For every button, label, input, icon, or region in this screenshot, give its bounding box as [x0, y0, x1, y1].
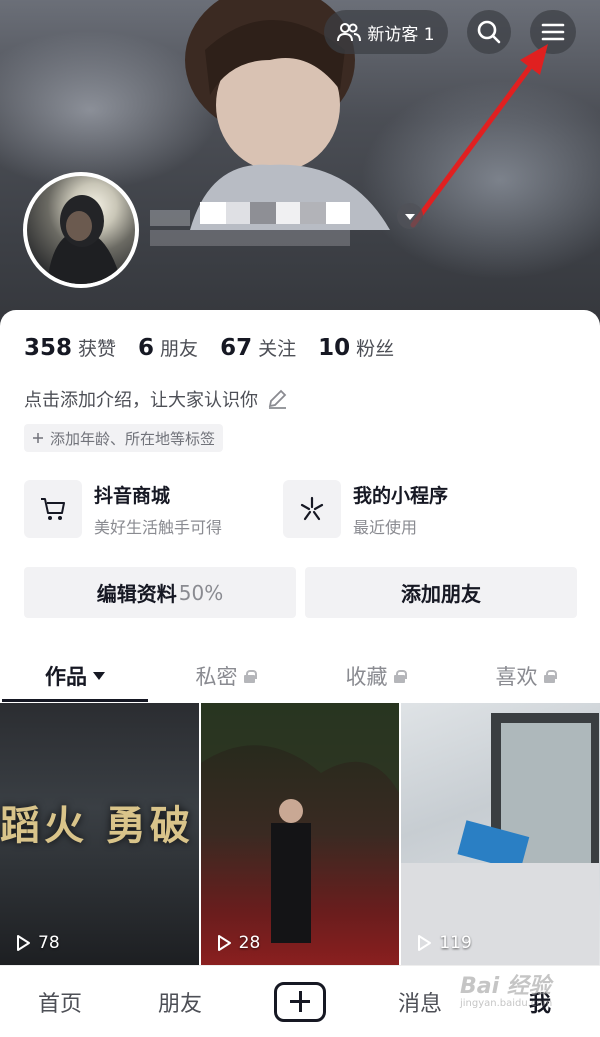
- video-thumbnail[interactable]: 28: [200, 703, 400, 965]
- nav-create[interactable]: [240, 981, 360, 1022]
- add-tags-chip[interactable]: 添加年龄、所在地等标签: [24, 424, 224, 452]
- tab-label: 私密: [195, 665, 238, 689]
- lock-icon: [543, 669, 557, 683]
- edit-profile-label: 编辑资料: [96, 582, 177, 606]
- edit-profile-button[interactable]: 编辑资料 50%: [24, 567, 296, 618]
- cart-icon: [24, 480, 82, 538]
- stat-label: 粉丝: [356, 338, 395, 360]
- video-grid: 蹈火 勇破 78 28 119: [0, 703, 600, 965]
- nav-friends[interactable]: 朋友: [120, 986, 240, 1018]
- watermark-main: Bai 经验: [460, 974, 551, 999]
- play-count-value: 28: [238, 933, 261, 953]
- play-icon: [17, 935, 30, 951]
- username-redacted: [150, 196, 370, 250]
- video-scene: [401, 713, 600, 965]
- stat-label: 获赞: [78, 338, 117, 360]
- video-thumbnail[interactable]: 蹈火 勇破 78: [0, 703, 199, 965]
- play-count-value: 78: [38, 933, 60, 953]
- plus-icon: [274, 981, 326, 1022]
- video-thumbnail[interactable]: 119: [401, 703, 600, 965]
- chevron-down-icon: [405, 214, 415, 220]
- avatar-photo: [47, 195, 122, 284]
- lock-icon: [243, 669, 257, 683]
- avatar[interactable]: [23, 172, 139, 288]
- video-scene: [200, 703, 399, 943]
- stat-following[interactable]: 67 关注: [220, 334, 296, 361]
- douyin-mall-entry[interactable]: 抖音商城 美好生活触手可得: [24, 480, 222, 538]
- account-switch-chevron-icon[interactable]: [397, 203, 423, 229]
- stat-friends[interactable]: 6 朋友: [138, 334, 198, 361]
- play-count: 78: [14, 933, 60, 953]
- stat-followers[interactable]: 10 粉丝: [318, 334, 394, 361]
- play-count-value: 119: [439, 933, 472, 953]
- lock-icon: [393, 669, 407, 683]
- stat-number: 358: [24, 335, 73, 361]
- pencil-icon: [268, 389, 287, 409]
- stat-number: 67: [220, 335, 253, 361]
- service-title: 我的小程序: [353, 484, 449, 507]
- service-subtitle: 最近使用: [353, 517, 418, 537]
- tab-label: 喜欢: [495, 665, 538, 689]
- bio-placeholder[interactable]: 点击添加介绍，让大家认识你: [24, 386, 288, 412]
- stat-label: 关注: [258, 338, 297, 360]
- caret-down-icon: [93, 672, 105, 680]
- tab-likes[interactable]: 喜欢: [450, 650, 600, 702]
- nav-home[interactable]: 首页: [0, 986, 120, 1018]
- play-count: 119: [415, 933, 472, 953]
- stat-number: 10: [318, 335, 351, 361]
- profile-card: 358 获赞 6 朋友 67 关注 10 粉丝 点击添加介绍，让大家认识你 添加…: [0, 310, 600, 1000]
- add-tags-label: 添加年龄、所在地等标签: [50, 429, 216, 448]
- service-title: 抖音商城: [94, 484, 171, 507]
- mini-programs-entry[interactable]: 我的小程序 最近使用: [283, 480, 448, 538]
- tab-works[interactable]: 作品: [0, 650, 150, 702]
- play-count: 28: [215, 933, 261, 953]
- tab-private[interactable]: 私密: [150, 650, 300, 702]
- bio-text: 点击添加介绍，让大家认识你: [24, 390, 258, 411]
- profile-stats: 358 获赞 6 朋友 67 关注 10 粉丝: [24, 334, 394, 361]
- watermark-sub: jingyan.baidu.com: [460, 998, 553, 1009]
- tab-favorites[interactable]: 收藏: [300, 650, 450, 702]
- video-caption: 蹈火 勇破: [0, 802, 194, 849]
- stat-number: 6: [138, 335, 155, 361]
- plus-icon: [33, 433, 43, 443]
- tab-label: 作品: [45, 665, 87, 689]
- tab-label: 收藏: [345, 665, 388, 689]
- add-friend-button[interactable]: 添加朋友: [305, 567, 577, 618]
- edit-profile-progress: 50%: [178, 580, 224, 605]
- stat-label: 朋友: [160, 338, 199, 360]
- add-friend-label: 添加朋友: [401, 582, 481, 606]
- content-tabs: 作品 私密 收藏 喜欢: [0, 650, 600, 702]
- service-subtitle: 美好生活触手可得: [94, 517, 223, 537]
- play-icon: [217, 935, 231, 951]
- baidu-watermark: Bai 经验 jingyan.baidu.com: [460, 968, 552, 1009]
- play-icon: [418, 935, 432, 951]
- mini-program-icon: [283, 480, 341, 538]
- stat-likes: 358 获赞: [24, 334, 116, 361]
